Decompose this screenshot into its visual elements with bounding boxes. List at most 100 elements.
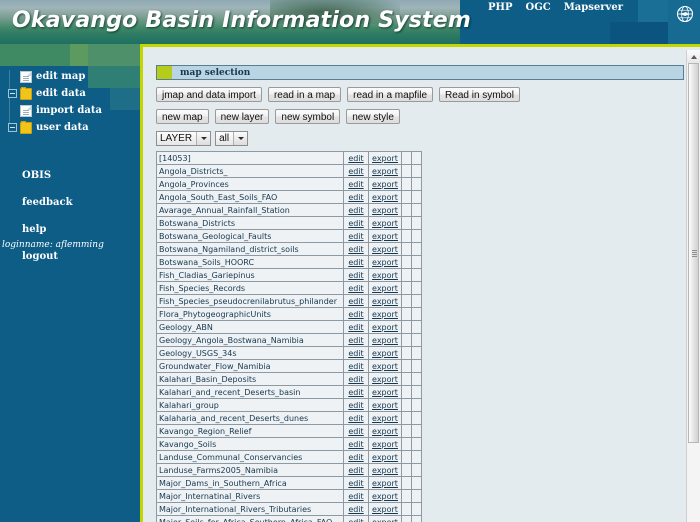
sidebar-link-logout[interactable]: logout bbox=[22, 251, 140, 262]
export-cell[interactable]: export bbox=[368, 359, 402, 373]
edit-cell[interactable]: edit bbox=[343, 463, 369, 477]
export-link[interactable]: export bbox=[372, 219, 398, 228]
edit-link[interactable]: edit bbox=[348, 440, 363, 449]
export-link[interactable]: export bbox=[372, 323, 398, 332]
globe-icon[interactable] bbox=[676, 5, 694, 23]
edit-cell[interactable]: edit bbox=[343, 489, 369, 503]
export-link[interactable]: export bbox=[372, 297, 398, 306]
new-map-button[interactable]: new map bbox=[156, 109, 209, 124]
export-link[interactable]: export bbox=[372, 245, 398, 254]
edit-cell[interactable]: edit bbox=[343, 346, 369, 360]
edit-cell[interactable]: edit bbox=[343, 476, 369, 490]
edit-cell[interactable]: edit bbox=[343, 411, 369, 425]
export-cell[interactable]: export bbox=[368, 333, 402, 347]
edit-cell[interactable]: edit bbox=[343, 203, 369, 217]
edit-link[interactable]: edit bbox=[348, 297, 363, 306]
edit-link[interactable]: edit bbox=[348, 349, 363, 358]
edit-link[interactable]: edit bbox=[348, 167, 363, 176]
export-cell[interactable]: export bbox=[368, 489, 402, 503]
export-link[interactable]: export bbox=[372, 453, 398, 462]
edit-cell[interactable]: edit bbox=[343, 437, 369, 451]
sidebar-link-obis[interactable]: OBIS bbox=[22, 170, 140, 181]
read-in-symbol-button[interactable]: Read in symbol bbox=[439, 87, 520, 102]
edit-cell[interactable]: edit bbox=[343, 255, 369, 269]
edit-link[interactable]: edit bbox=[348, 284, 363, 293]
edit-link[interactable]: edit bbox=[348, 245, 363, 254]
export-link[interactable]: export bbox=[372, 427, 398, 436]
export-cell[interactable]: export bbox=[368, 164, 402, 178]
export-cell[interactable]: export bbox=[368, 476, 402, 490]
new-symbol-button[interactable]: new symbol bbox=[275, 109, 341, 124]
edit-link[interactable]: edit bbox=[348, 310, 363, 319]
filter-select[interactable]: all bbox=[215, 131, 249, 146]
export-link[interactable]: export bbox=[372, 401, 398, 410]
edit-link[interactable]: edit bbox=[348, 180, 363, 189]
edit-cell[interactable]: edit bbox=[343, 372, 369, 386]
export-link[interactable]: export bbox=[372, 284, 398, 293]
edit-link[interactable]: edit bbox=[348, 219, 363, 228]
export-cell[interactable]: export bbox=[368, 502, 402, 516]
edit-link[interactable]: edit bbox=[348, 206, 363, 215]
nav-link-php[interactable]: PHP bbox=[488, 2, 513, 13]
export-cell[interactable]: export bbox=[368, 281, 402, 295]
edit-link[interactable]: edit bbox=[348, 271, 363, 280]
edit-cell[interactable]: edit bbox=[343, 398, 369, 412]
export-link[interactable]: export bbox=[372, 154, 398, 163]
edit-cell[interactable]: edit bbox=[343, 177, 369, 191]
edit-link[interactable]: edit bbox=[348, 154, 363, 163]
edit-cell[interactable]: edit bbox=[343, 359, 369, 373]
edit-cell[interactable]: edit bbox=[343, 502, 369, 516]
export-link[interactable]: export bbox=[372, 388, 398, 397]
edit-link[interactable]: edit bbox=[348, 388, 363, 397]
export-cell[interactable]: export bbox=[368, 229, 402, 243]
nav-link-ogc[interactable]: OGC bbox=[526, 2, 551, 13]
edit-link[interactable]: edit bbox=[348, 453, 363, 462]
export-link[interactable]: export bbox=[372, 518, 398, 522]
export-link[interactable]: export bbox=[372, 505, 398, 514]
edit-cell[interactable]: edit bbox=[343, 307, 369, 321]
edit-link[interactable]: edit bbox=[348, 401, 363, 410]
edit-link[interactable]: edit bbox=[348, 505, 363, 514]
export-link[interactable]: export bbox=[372, 232, 398, 241]
edit-link[interactable]: edit bbox=[348, 492, 363, 501]
export-cell[interactable]: export bbox=[368, 515, 402, 522]
edit-cell[interactable]: edit bbox=[343, 333, 369, 347]
read-in-a-map-button[interactable]: read in a map bbox=[267, 87, 342, 102]
edit-cell[interactable]: edit bbox=[343, 424, 369, 438]
export-link[interactable]: export bbox=[372, 492, 398, 501]
read-in-a-mapfile-button[interactable]: read in a mapfile bbox=[347, 87, 434, 102]
sidebar-item-edit-data[interactable]: edit data bbox=[0, 86, 140, 100]
edit-cell[interactable]: edit bbox=[343, 164, 369, 178]
jmap-and-data-import-button[interactable]: jmap and data import bbox=[156, 87, 262, 102]
vertical-scrollbar[interactable] bbox=[686, 50, 700, 522]
export-cell[interactable]: export bbox=[368, 411, 402, 425]
edit-link[interactable]: edit bbox=[348, 427, 363, 436]
edit-cell[interactable]: edit bbox=[343, 268, 369, 282]
sidebar-link-feedback[interactable]: feedback bbox=[22, 197, 140, 208]
sidebar-item-import-data[interactable]: import data bbox=[0, 104, 140, 117]
edit-link[interactable]: edit bbox=[348, 466, 363, 475]
type-select[interactable]: LAYER bbox=[156, 131, 212, 146]
edit-link[interactable]: edit bbox=[348, 518, 363, 522]
edit-cell[interactable]: edit bbox=[343, 281, 369, 295]
export-cell[interactable]: export bbox=[368, 307, 402, 321]
edit-cell[interactable]: edit bbox=[343, 242, 369, 256]
edit-link[interactable]: edit bbox=[348, 414, 363, 423]
export-link[interactable]: export bbox=[372, 271, 398, 280]
new-style-button[interactable]: new style bbox=[346, 109, 400, 124]
export-cell[interactable]: export bbox=[368, 203, 402, 217]
export-cell[interactable]: export bbox=[368, 151, 402, 165]
export-cell[interactable]: export bbox=[368, 385, 402, 399]
export-link[interactable]: export bbox=[372, 180, 398, 189]
export-link[interactable]: export bbox=[372, 349, 398, 358]
edit-link[interactable]: edit bbox=[348, 232, 363, 241]
sidebar-item-edit-map[interactable]: edit map bbox=[0, 70, 140, 83]
edit-cell[interactable]: edit bbox=[343, 515, 369, 522]
export-cell[interactable]: export bbox=[368, 463, 402, 477]
export-link[interactable]: export bbox=[372, 479, 398, 488]
export-link[interactable]: export bbox=[372, 206, 398, 215]
export-cell[interactable]: export bbox=[368, 255, 402, 269]
edit-cell[interactable]: edit bbox=[343, 450, 369, 464]
export-cell[interactable]: export bbox=[368, 177, 402, 191]
edit-link[interactable]: edit bbox=[348, 258, 363, 267]
